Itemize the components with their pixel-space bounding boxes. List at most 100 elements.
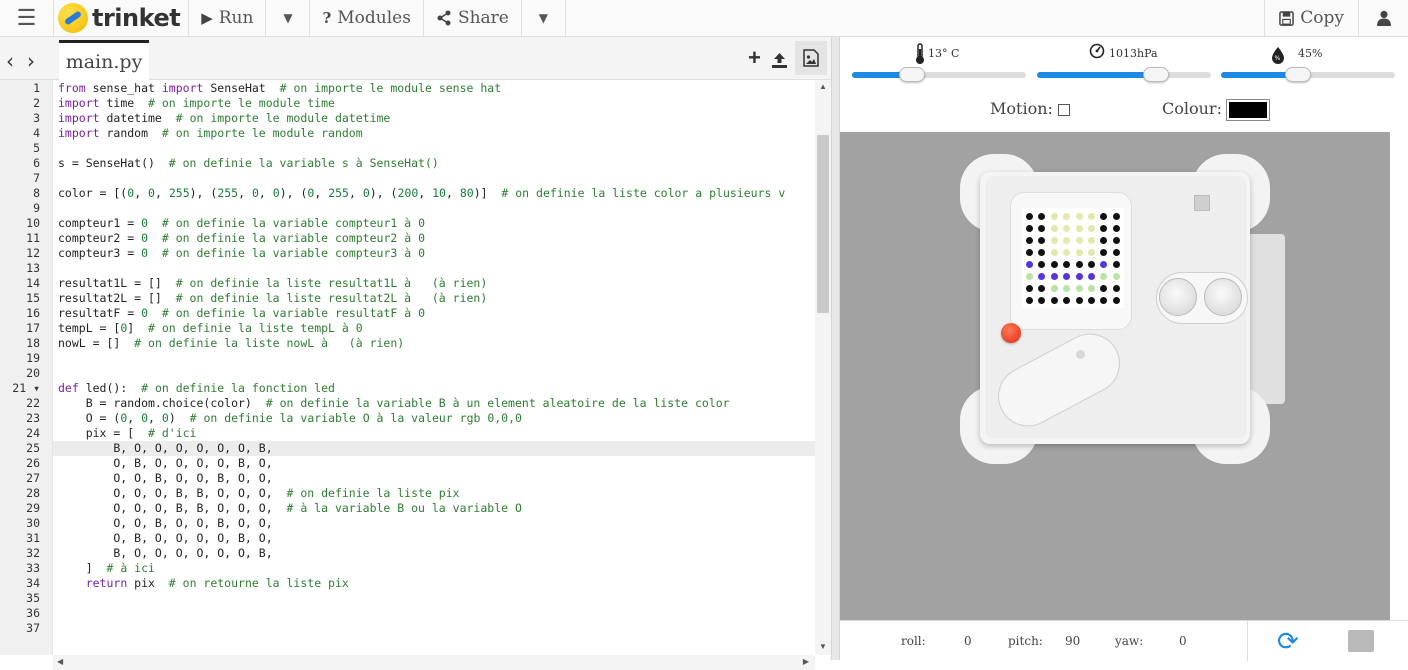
code-line[interactable]: ] # à ici	[58, 561, 155, 576]
modules-button[interactable]: ? Modules	[310, 0, 424, 36]
chevron-right-icon[interactable]: ›	[27, 49, 35, 73]
code-line[interactable]: O, O, O, B, B, O, O, O, # on definie la …	[58, 486, 459, 501]
code-line[interactable]: O, O, O, B, B, O, O, O, # à la variable …	[58, 501, 522, 516]
horizontal-scrollbar[interactable]: ◀ ▶	[53, 655, 815, 670]
code-line[interactable]: from sense_hat import SenseHat # on impo…	[58, 81, 501, 96]
play-icon: ▶	[201, 9, 213, 27]
code-line[interactable]: B, O, O, O, O, O, O, B,	[58, 546, 272, 561]
led-pixel	[1038, 225, 1046, 232]
refresh-icon[interactable]: ⟳	[1277, 627, 1299, 657]
add-file-icon[interactable]: +	[748, 45, 761, 71]
chevron-left-icon[interactable]: ‹	[6, 49, 14, 73]
led-pixel	[1050, 261, 1058, 268]
temperature-slider-thumb[interactable]	[899, 67, 925, 82]
humidity-slider[interactable]	[1221, 67, 1395, 82]
code-line[interactable]: import random # on importe le module ran…	[58, 126, 363, 141]
temperature-slider[interactable]	[852, 67, 1026, 82]
share-button[interactable]: Share	[424, 0, 522, 36]
run-options-dropdown[interactable]: ▼	[266, 0, 311, 36]
trinket-logo[interactable]: trinket	[54, 0, 188, 36]
status-separator	[1247, 621, 1248, 661]
pane-resize-handle[interactable]	[831, 37, 840, 660]
scroll-right-icon[interactable]: ▶	[803, 657, 809, 666]
upload-icon[interactable]	[771, 52, 788, 69]
line-number: 13	[26, 261, 40, 275]
code-line[interactable]: return pix # on retourne la liste pix	[58, 576, 349, 591]
menu-button[interactable]: ☰	[0, 0, 54, 36]
joystick-knob[interactable]	[1159, 278, 1197, 316]
screenshot-thumbnail-icon[interactable]	[1348, 630, 1374, 652]
yaw-label: yaw:	[1115, 634, 1144, 648]
logo-text: trinket	[92, 4, 181, 32]
code-line[interactable]: O, O, B, O, O, B, O, O,	[58, 471, 272, 486]
board-hole	[1076, 350, 1085, 359]
line-number: 35	[26, 591, 40, 605]
humidity-slider-thumb[interactable]	[1285, 67, 1311, 82]
code-line[interactable]: compteur1 = 0 # on definie la variable c…	[58, 216, 425, 231]
code-line[interactable]: def led(): # on definie la fonction led	[58, 381, 335, 396]
led-pixel	[1112, 297, 1120, 304]
led-pixel	[1088, 249, 1095, 256]
code-line[interactable]: B, O, O, O, O, O, O, B,	[58, 441, 272, 456]
simulation-scrollbar[interactable]	[1390, 132, 1408, 620]
code-line[interactable]: O, B, O, O, O, O, B, O,	[58, 531, 272, 546]
sense-hat-board	[960, 154, 1285, 464]
vertical-scroll-thumb[interactable]	[817, 135, 829, 313]
code-line[interactable]: import datetime # on importe le module d…	[58, 111, 390, 126]
code-line[interactable]: resultat1L = [] # on definie la liste re…	[58, 276, 487, 291]
image-library-button[interactable]	[795, 41, 827, 75]
joystick-knob[interactable]	[1204, 278, 1242, 316]
code-line[interactable]: tempL = [0] # on definie la liste tempL …	[58, 321, 363, 336]
scroll-up-icon[interactable]: ▲	[819, 82, 827, 91]
share-icon	[437, 10, 451, 26]
code-line[interactable]: O, B, O, O, O, O, B, O,	[58, 456, 272, 471]
tab-main-py[interactable]: main.py	[59, 40, 149, 80]
led-pixel	[1075, 213, 1083, 220]
led-pixel	[1075, 297, 1083, 304]
code-line[interactable]: O, O, B, O, O, B, O, O,	[58, 516, 272, 531]
led-pixel	[1100, 225, 1108, 232]
code-line[interactable]: B = random.choice(color) # on definie la…	[58, 396, 730, 411]
code-line[interactable]: compteur2 = 0 # on definie la variable c…	[58, 231, 425, 246]
led-pixel	[1063, 297, 1071, 304]
led-pixel	[1038, 273, 1046, 280]
toolbar-spacer	[566, 0, 1266, 36]
pressure-slider[interactable]	[1037, 67, 1211, 82]
code-line[interactable]: compteur3 = 0 # on definie la variable c…	[58, 246, 425, 261]
led-pixel	[1100, 273, 1108, 280]
led-pixel	[1088, 273, 1095, 280]
caret-down-icon: ▼	[283, 11, 293, 25]
motion-checkbox[interactable]	[1058, 104, 1070, 116]
red-button[interactable]	[1001, 323, 1021, 343]
code-line[interactable]: nowL = [] # on definie la liste nowL à (…	[58, 336, 404, 351]
raspberry-pi-simulation[interactable]	[840, 132, 1390, 620]
led-pixel	[1088, 225, 1095, 232]
led-pixel	[1050, 273, 1058, 280]
user-menu-button[interactable]	[1358, 0, 1408, 36]
led-pixel	[1063, 261, 1071, 268]
code-line[interactable]: import time # on importe le module time	[58, 96, 335, 111]
humidity-value: 45%	[1298, 47, 1323, 60]
share-label: Share	[457, 8, 509, 28]
pitch-label: pitch:	[1008, 634, 1043, 648]
led-pixel	[1038, 297, 1046, 304]
led-pixel	[1112, 225, 1120, 232]
run-button[interactable]: ▶ Run	[188, 0, 267, 36]
code-line[interactable]: color = [(0, 0, 255), (255, 0, 0), (0, 2…	[58, 186, 785, 201]
line-number: 11	[26, 231, 40, 245]
line-number: 4	[33, 126, 40, 140]
pressure-slider-thumb[interactable]	[1143, 67, 1169, 82]
code-line[interactable]: pix = [ # d'ici	[58, 426, 197, 441]
code-line[interactable]: resultatF = 0 # on definie la variable r…	[58, 306, 425, 321]
code-editor[interactable]: from sense_hat import SenseHat # on impo…	[58, 80, 815, 655]
copy-label: Copy	[1300, 8, 1344, 28]
code-line[interactable]: s = SenseHat() # on definie la variable …	[58, 156, 439, 171]
colour-picker[interactable]	[1226, 99, 1270, 121]
code-line[interactable]: O = (0, 0, 0) # on definie la variable O…	[58, 411, 522, 426]
led-pixel	[1088, 213, 1095, 220]
scroll-left-icon[interactable]: ◀	[57, 657, 63, 666]
scroll-down-icon[interactable]: ▼	[819, 642, 827, 651]
copy-button[interactable]: Copy	[1265, 0, 1358, 36]
share-options-dropdown[interactable]: ▼	[522, 0, 566, 36]
code-line[interactable]: resultat2L = [] # on definie la liste re…	[58, 291, 487, 306]
